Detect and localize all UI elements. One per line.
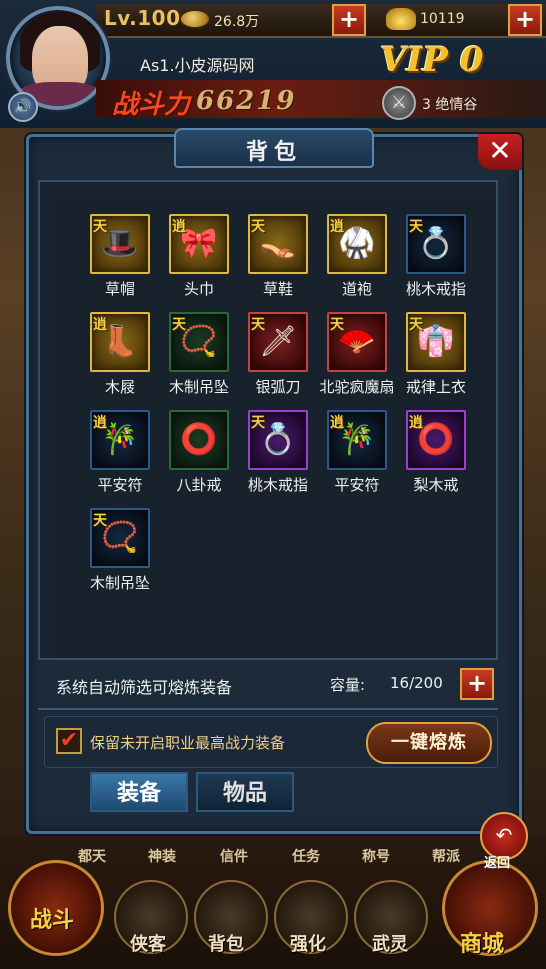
power-label: 战斗力	[112, 90, 191, 120]
item-name: 桃木戒指	[405, 280, 466, 298]
subnav-item[interactable]: 信件	[220, 846, 248, 866]
item-grade-badge: 天	[251, 415, 265, 431]
item-grade-badge: 逍	[330, 415, 344, 431]
close-button[interactable]: ✕	[478, 134, 522, 170]
player-name: As1.小皮源码网	[140, 56, 255, 75]
power-value: 66219	[196, 86, 297, 116]
item-grade-badge: 逍	[93, 415, 107, 431]
nav-shop-label: 商城	[460, 931, 505, 957]
speaker-icon[interactable]: 🔊	[8, 92, 38, 122]
subnav-item[interactable]: 神装	[148, 846, 176, 866]
coin-amount: 26.8万	[214, 14, 260, 30]
item-grade-badge: 天	[409, 219, 423, 235]
bag-item[interactable]: 💍 天桃木戒指	[394, 214, 478, 312]
subnav-item[interactable]: 都天	[78, 846, 106, 866]
add-coins-button[interactable]: +	[332, 4, 366, 36]
subnav-item[interactable]: 称号	[362, 846, 390, 866]
gold-ingot-icon	[386, 8, 416, 30]
nav-enhance-label: 强化	[290, 934, 326, 955]
nav-hero-label: 侠客	[130, 934, 166, 955]
item-icon: ⭕	[180, 422, 218, 457]
one-click-smelt-button[interactable]: 一键熔炼	[366, 722, 492, 764]
keep-best-checkbox[interactable]: ✔	[56, 728, 82, 754]
item-name: 木制吊坠	[89, 574, 150, 592]
item-grade-badge: 逍	[409, 415, 423, 431]
item-grade-badge: 逍	[172, 219, 186, 235]
item-grade-badge: 逍	[93, 317, 107, 333]
auto-filter-text: 系统自动筛选可熔炼装备	[56, 678, 233, 697]
expand-capacity-button[interactable]: +	[460, 668, 494, 700]
item-name: 戒律上衣	[405, 378, 466, 396]
item-grade-badge: 天	[93, 513, 107, 529]
tab-equipment[interactable]: 装备	[90, 772, 188, 812]
add-gold-button[interactable]: +	[508, 4, 542, 36]
item-grade-badge: 天	[330, 317, 344, 333]
item-grade-badge: 天	[409, 317, 423, 333]
item-grade-badge: 天	[93, 219, 107, 235]
tab-items[interactable]: 物品	[196, 772, 294, 812]
gold-amount: 10119	[420, 11, 465, 27]
panel-title: 背包	[245, 140, 302, 165]
nav-spirit-label: 武灵	[372, 934, 408, 955]
keep-best-label: 保留未开启职业最高战力装备	[90, 734, 286, 752]
subnav-item[interactable]: 任务	[292, 846, 320, 866]
crossed-swords-icon[interactable]: ⚔	[382, 86, 416, 120]
subnav-item[interactable]: 帮派	[432, 846, 460, 866]
bag-item[interactable]: 👘 天戒律上衣	[394, 312, 478, 410]
vip-badge[interactable]: VIP 0	[380, 40, 483, 80]
item-grade-badge: 天	[251, 317, 265, 333]
item-name: 梨木戒	[413, 476, 459, 494]
item-grade-badge: 天	[251, 219, 265, 235]
divider	[38, 708, 498, 710]
item-grade-badge: 天	[172, 317, 186, 333]
nav-battle-label: 战斗	[30, 907, 75, 933]
bag-item[interactable]: 📿 天木制吊坠	[78, 508, 162, 606]
player-level: Lv.100	[104, 6, 181, 30]
bag-item[interactable]: ⭕ 逍梨木戒	[394, 410, 478, 508]
return-label: 返回	[484, 856, 511, 871]
coin-icon	[180, 10, 210, 28]
nav-bag-label: 背包	[208, 934, 244, 955]
guild-name[interactable]: 3 绝情谷	[422, 94, 477, 114]
capacity-value: 16/200	[390, 674, 443, 692]
capacity-label: 容量:	[330, 676, 366, 694]
item-grade-badge: 逍	[330, 219, 344, 235]
